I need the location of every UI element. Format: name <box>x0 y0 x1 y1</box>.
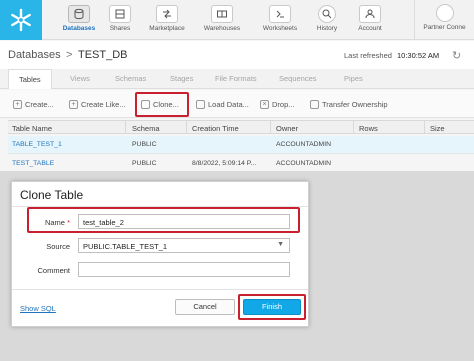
name-highlight-box <box>27 207 300 233</box>
dialog-footer-divider <box>12 289 308 290</box>
tab-pipes[interactable]: Pipes <box>344 74 363 83</box>
transfer-icon <box>310 99 319 109</box>
schema-cell: PUBLIC <box>132 141 157 148</box>
column-divider <box>424 121 425 134</box>
transfer-label: Transfer Ownership <box>322 99 388 109</box>
nav-account[interactable]: Account <box>346 3 394 37</box>
nav-label: Marketplace <box>149 25 185 32</box>
drop-label: Drop... <box>272 99 295 109</box>
last-refreshed-time: 10:30:52 AM <box>397 51 440 60</box>
clone-table-dialog: Clone Table Name * test_table_2 Source P… <box>11 181 309 327</box>
load-data-label: Load Data... <box>208 99 249 109</box>
create-like-button[interactable]: + Create Like... <box>69 96 126 112</box>
dialog-title: Clone Table <box>20 188 84 202</box>
worksheet-icon <box>269 5 291 23</box>
tab-tables[interactable]: Tables <box>8 69 52 89</box>
column-divider <box>353 121 354 134</box>
breadcrumb: Databases > TEST_DB Last refreshed 10:30… <box>0 41 474 69</box>
table-header: Table Name Schema Creation Time Owner Ro… <box>8 120 474 134</box>
column-header[interactable]: Table Name <box>12 124 52 133</box>
history-icon <box>318 5 336 23</box>
source-select[interactable]: PUBLIC.TABLE_TEST_1 ▼ <box>78 238 290 253</box>
tab-views[interactable]: Views <box>70 74 90 83</box>
column-divider <box>270 121 271 134</box>
tab-file-formats[interactable]: File Formats <box>215 74 257 83</box>
nav-partner-connect[interactable]: Partner Conne <box>414 0 474 40</box>
create-label: Create... <box>25 99 54 109</box>
snowflake-logo[interactable] <box>0 0 42 40</box>
column-header[interactable]: Rows <box>359 124 378 133</box>
clone-highlight-box <box>135 92 189 117</box>
source-select-value: PUBLIC.TABLE_TEST_1 <box>83 242 168 251</box>
nav-history[interactable]: History <box>303 3 351 37</box>
database-icon <box>68 5 90 23</box>
nav-label: History <box>316 25 338 32</box>
column-header[interactable]: Owner <box>276 124 298 133</box>
tab-schemas[interactable]: Schemas <box>115 74 146 83</box>
column-header[interactable]: Size <box>430 124 445 133</box>
plus-icon: + <box>13 99 22 109</box>
tab-stages[interactable]: Stages <box>170 74 193 83</box>
nav-worksheets[interactable]: Worksheets <box>256 3 304 37</box>
comment-input[interactable] <box>78 262 290 277</box>
nav-shares[interactable]: Shares <box>96 3 144 37</box>
last-refreshed-label: Last refreshed <box>344 51 392 60</box>
creation-time-cell: 8/8/2022, 5:09:14 P... <box>192 160 257 167</box>
breadcrumb-separator: > <box>66 49 73 61</box>
column-header[interactable]: Schema <box>132 124 160 133</box>
nav-label: Account <box>358 25 382 32</box>
column-divider <box>186 121 187 134</box>
nav-label: Warehouses <box>203 25 241 32</box>
breadcrumb-databases[interactable]: Databases <box>8 49 61 61</box>
snowflake-icon <box>11 8 31 32</box>
partner-icon <box>435 4 454 22</box>
finish-highlight-box <box>238 294 306 320</box>
table-toolbar: + Create... + Create Like... Clone... Lo… <box>0 90 474 118</box>
plus-icon: + <box>69 99 78 109</box>
object-tabs: Tables Views Schemas Stages File Formats… <box>0 69 474 89</box>
nav-warehouses[interactable]: Warehouses <box>198 3 246 37</box>
marketplace-icon <box>156 5 178 23</box>
table-name-link[interactable]: TABLE_TEST_1 <box>12 141 62 148</box>
chevron-down-icon: ▼ <box>277 241 284 248</box>
owner-cell: ACCOUNTADMIN <box>276 160 332 167</box>
load-data-button[interactable]: Load Data... <box>196 96 249 112</box>
upload-icon <box>196 99 205 109</box>
show-sql-link[interactable]: Show SQL <box>20 304 56 313</box>
breadcrumb-current: TEST_DB <box>78 49 128 61</box>
top-nav: Databases Shares Marketplace Warehouses … <box>0 0 474 40</box>
nav-label: Partner Conne <box>423 24 466 31</box>
create-like-label: Create Like... <box>81 99 126 109</box>
nav-label: Shares <box>109 25 131 32</box>
table-row[interactable]: TABLE_TEST_1 PUBLIC ACCOUNTADMIN <box>8 136 474 154</box>
column-divider <box>125 121 126 134</box>
account-icon <box>359 5 381 23</box>
schema-cell: PUBLIC <box>132 160 157 167</box>
nav-marketplace[interactable]: Marketplace <box>143 3 191 37</box>
drop-button[interactable]: × Drop... <box>260 96 295 112</box>
create-button[interactable]: + Create... <box>13 96 54 112</box>
owner-cell: ACCOUNTADMIN <box>276 141 332 148</box>
tab-sequences[interactable]: Sequences <box>279 74 317 83</box>
transfer-ownership-button[interactable]: Transfer Ownership <box>310 96 388 112</box>
nav-label: Worksheets <box>262 25 298 32</box>
refresh-icon[interactable]: ↻ <box>452 49 461 62</box>
delete-icon: × <box>260 99 269 109</box>
comment-label: Comment <box>37 266 70 275</box>
column-header[interactable]: Creation Time <box>192 124 239 133</box>
warehouse-icon <box>211 5 233 23</box>
table-name-link[interactable]: TEST_TABLE <box>12 160 54 167</box>
shares-icon <box>109 5 131 23</box>
source-label: Source <box>46 242 70 251</box>
cancel-button[interactable]: Cancel <box>175 299 235 315</box>
